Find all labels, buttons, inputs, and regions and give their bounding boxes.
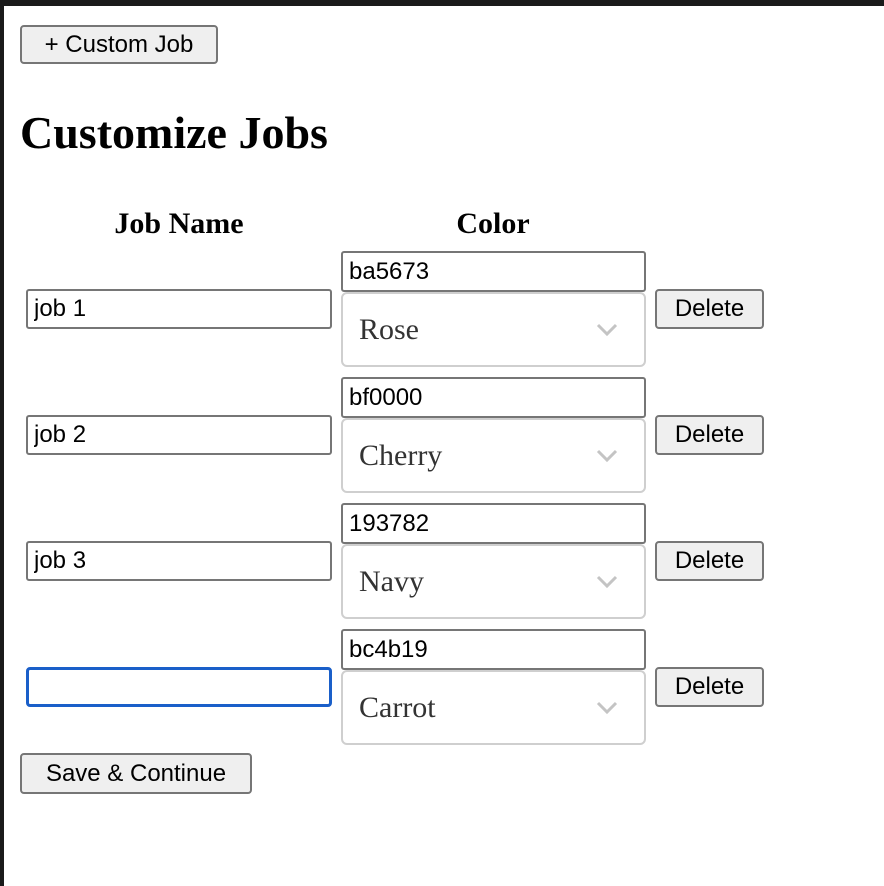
- color-select-value: Carrot: [359, 690, 436, 724]
- window-top-border: [0, 0, 884, 6]
- job-name-input[interactable]: [26, 415, 332, 455]
- delete-button[interactable]: Delete: [655, 541, 764, 581]
- delete-button[interactable]: Delete: [655, 667, 764, 707]
- job-name-input[interactable]: [26, 667, 332, 707]
- color-select[interactable]: Navy: [341, 544, 646, 619]
- chevron-down-icon: [596, 575, 618, 588]
- color-select[interactable]: Rose: [341, 292, 646, 367]
- column-header-color: Color: [456, 207, 530, 240]
- color-select[interactable]: Carrot: [341, 670, 646, 745]
- delete-button[interactable]: Delete: [655, 289, 764, 329]
- delete-button[interactable]: Delete: [655, 415, 764, 455]
- chevron-down-icon: [596, 323, 618, 336]
- job-name-input[interactable]: [26, 541, 332, 581]
- chevron-down-icon: [596, 701, 618, 714]
- job-name-input[interactable]: [26, 289, 332, 329]
- hex-color-input[interactable]: [341, 503, 646, 544]
- column-header-job-name: Job Name: [114, 207, 244, 240]
- color-select[interactable]: Cherry: [341, 418, 646, 493]
- page-title: Customize Jobs: [20, 107, 328, 158]
- hex-color-input[interactable]: [341, 629, 646, 670]
- color-select-value: Navy: [359, 564, 424, 598]
- window-left-border: [0, 0, 4, 886]
- color-select-value: Cherry: [359, 438, 443, 472]
- hex-color-input[interactable]: [341, 251, 646, 292]
- save-continue-button[interactable]: Save & Continue: [20, 753, 252, 794]
- hex-color-input[interactable]: [341, 377, 646, 418]
- color-select-value: Rose: [359, 312, 419, 346]
- add-custom-job-button[interactable]: + Custom Job: [20, 25, 218, 64]
- chevron-down-icon: [596, 449, 618, 462]
